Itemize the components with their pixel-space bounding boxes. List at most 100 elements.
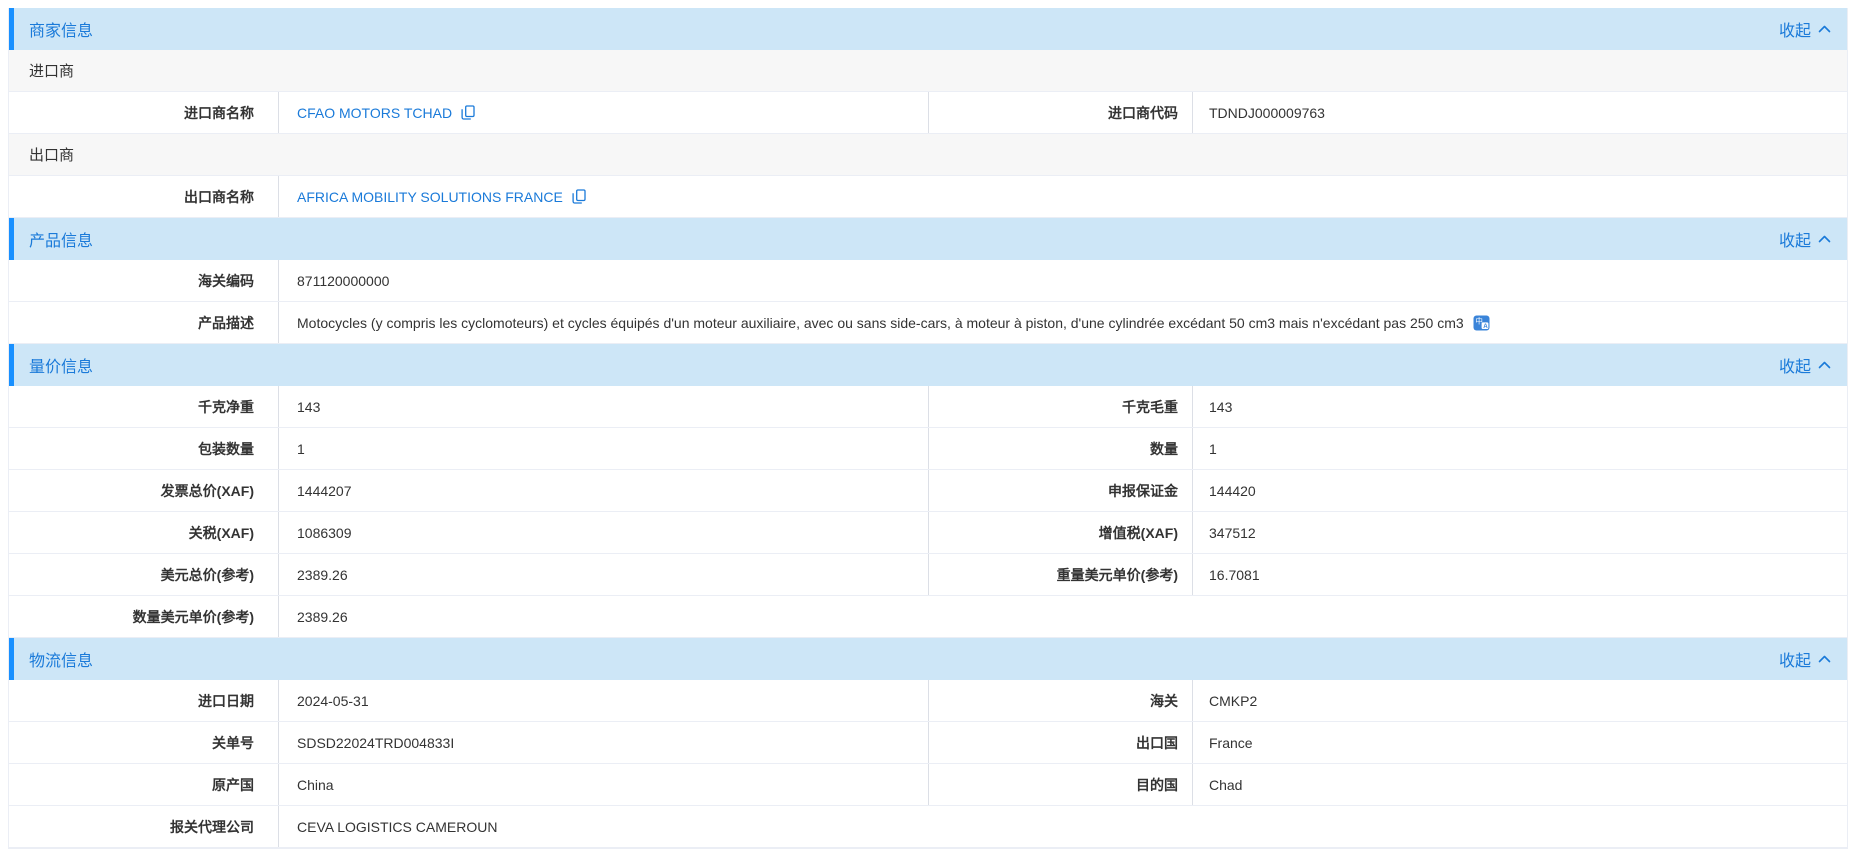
field-label: 出口商名称 (9, 176, 279, 217)
subsection-header: 出口商 (9, 134, 1847, 176)
field-label: 关税(XAF) (9, 512, 279, 553)
field-value: TDNDJ000009763 (1193, 92, 1847, 133)
field-value: CFAO MOTORS TCHAD (279, 92, 929, 133)
value-text: 1444207 (297, 483, 352, 499)
chevron-up-icon (1818, 25, 1831, 33)
section-title: 产品信息 (29, 227, 93, 251)
field-label: 重量美元单价(参考) (929, 554, 1193, 595)
field-value: 143 (279, 386, 929, 427)
field-value: 2389.26 (279, 596, 1847, 637)
field-label: 千克毛重 (929, 386, 1193, 427)
chevron-up-icon (1818, 235, 1831, 243)
field-label: 数量 (929, 428, 1193, 469)
copy-icon[interactable] (572, 189, 586, 204)
field-label: 产品描述 (9, 302, 279, 343)
field-label: 申报保证金 (929, 470, 1193, 511)
value-text: 16.7081 (1209, 567, 1260, 583)
field-label: 千克净重 (9, 386, 279, 427)
section-accent-bar (9, 344, 14, 386)
field-value: 1086309 (279, 512, 929, 553)
value-text: China (297, 777, 334, 793)
field-label: 包装数量 (9, 428, 279, 469)
field-row: 出口商名称 AFRICA MOBILITY SOLUTIONS FRANCE (9, 176, 1847, 218)
value-text: CMKP2 (1209, 693, 1257, 709)
field-value: Motocycles (y compris les cyclomoteurs) … (279, 302, 1847, 343)
field-row: 关单号 SDSD22024TRD004833I 出口国 France (9, 722, 1847, 764)
value-text: TDNDJ000009763 (1209, 105, 1325, 121)
collapse-button[interactable]: 收起 (1779, 647, 1847, 671)
copy-icon[interactable] (461, 105, 475, 120)
field-value: 143 (1193, 386, 1847, 427)
section-accent-bar (9, 218, 14, 260)
value-text: Chad (1209, 777, 1242, 793)
field-label: 增值税(XAF) (929, 512, 1193, 553)
field-label: 进口商代码 (929, 92, 1193, 133)
field-label: 数量美元单价(参考) (9, 596, 279, 637)
field-label: 关单号 (9, 722, 279, 763)
field-value: 1 (1193, 428, 1847, 469)
field-label: 报关代理公司 (9, 806, 279, 847)
field-row: 报关代理公司CEVA LOGISTICS CAMEROUN (9, 806, 1847, 848)
collapse-button[interactable]: 收起 (1779, 17, 1847, 41)
value-text: 1086309 (297, 525, 352, 541)
value-text: France (1209, 735, 1253, 751)
section-header: 商家信息 收起 (9, 8, 1847, 50)
field-label: 发票总价(XAF) (9, 470, 279, 511)
field-label: 原产国 (9, 764, 279, 805)
field-value: 871120000000 (279, 260, 1847, 301)
field-row: 关税(XAF) 1086309 增值税(XAF)347512 (9, 512, 1847, 554)
field-label: 美元总价(参考) (9, 554, 279, 595)
field-label: 进口日期 (9, 680, 279, 721)
field-row: 进口日期 2024-05-31 海关 CMKP2 (9, 680, 1847, 722)
field-label: 目的国 (929, 764, 1193, 805)
field-value: CMKP2 (1193, 680, 1847, 721)
field-value: 2024-05-31 (279, 680, 929, 721)
link-value[interactable]: AFRICA MOBILITY SOLUTIONS FRANCE (297, 189, 563, 205)
field-label: 出口国 (929, 722, 1193, 763)
field-label: 进口商名称 (9, 92, 279, 133)
trade-detail-panel: 商家信息收起进口商进口商名称CFAO MOTORS TCHAD进口商代码TDND… (8, 8, 1848, 849)
field-label: 海关编码 (9, 260, 279, 301)
collapse-label: 收起 (1779, 353, 1811, 377)
chevron-up-icon (1818, 655, 1831, 663)
collapse-label: 收起 (1779, 647, 1811, 671)
field-value: France (1193, 722, 1847, 763)
field-row: 数量美元单价(参考) 2389.26 (9, 596, 1847, 638)
translate-icon[interactable]: 中A (1473, 315, 1490, 331)
field-label: 海关 (929, 680, 1193, 721)
field-row: 进口商名称 CFAO MOTORS TCHAD 进口商代码 TDNDJ00000976… (9, 92, 1847, 134)
collapse-button[interactable]: 收起 (1779, 227, 1847, 251)
field-value: 144420 (1193, 470, 1847, 511)
value-text: 1 (297, 441, 305, 457)
section-header: 产品信息 收起 (9, 218, 1847, 260)
field-row: 产品描述 Motocycles (y compris les cyclomoteu… (9, 302, 1847, 344)
section-header: 物流信息 收起 (9, 638, 1847, 680)
field-row: 原产国 China 目的国 Chad (9, 764, 1847, 806)
value-text: 2389.26 (297, 609, 348, 625)
value-text: 143 (297, 399, 320, 415)
field-value: 347512 (1193, 512, 1847, 553)
value-text: 143 (1209, 399, 1232, 415)
field-row: 美元总价(参考) 2389.26 重量美元单价(参考) 16.7081 (9, 554, 1847, 596)
value-text: 2024-05-31 (297, 693, 369, 709)
field-value: 1 (279, 428, 929, 469)
collapse-label: 收起 (1779, 227, 1811, 251)
chevron-up-icon (1818, 361, 1831, 369)
value-text: SDSD22024TRD004833I (297, 735, 454, 751)
value-text: 871120000000 (297, 273, 389, 289)
field-value: Chad (1193, 764, 1847, 805)
section-accent-bar (9, 8, 14, 50)
value-text: Motocycles (y compris les cyclomoteurs) … (297, 315, 1464, 331)
collapse-button[interactable]: 收起 (1779, 353, 1847, 377)
section-header: 量价信息收起 (9, 344, 1847, 386)
value-text: 1 (1209, 441, 1217, 457)
field-row: 发票总价(XAF) 1444207 申报保证金144420 (9, 470, 1847, 512)
field-value: CEVA LOGISTICS CAMEROUN (279, 806, 1847, 847)
value-text: 2389.26 (297, 567, 348, 583)
link-value[interactable]: CFAO MOTORS TCHAD (297, 105, 452, 121)
field-row: 海关编码 871120000000 (9, 260, 1847, 302)
section-title: 物流信息 (29, 647, 93, 671)
collapse-label: 收起 (1779, 17, 1811, 41)
subsection-header: 进口商 (9, 50, 1847, 92)
section-title: 商家信息 (29, 17, 93, 41)
